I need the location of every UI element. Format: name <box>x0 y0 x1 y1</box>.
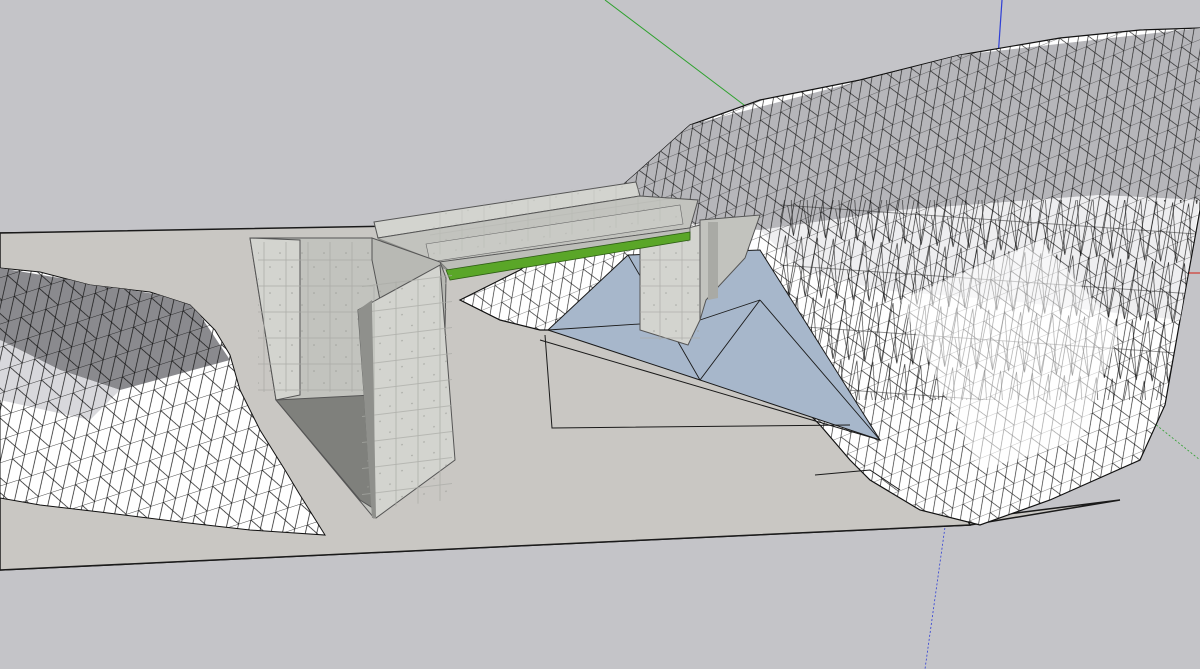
3d-viewport[interactable] <box>0 0 1200 669</box>
model-canvas[interactable] <box>0 0 1200 669</box>
